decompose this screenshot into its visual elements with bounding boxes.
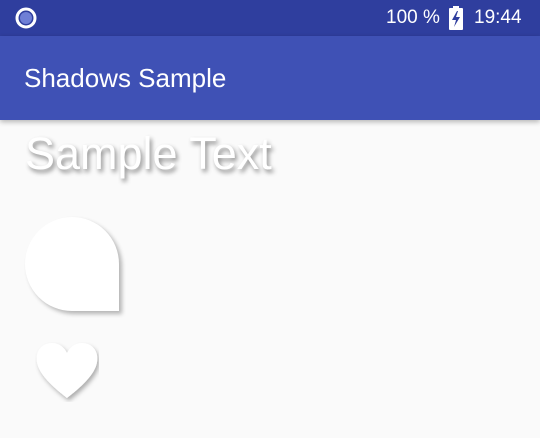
heart-shape [36,343,98,398]
circle-notification-icon [15,7,37,29]
status-bar: 100 % 19:44 [0,0,540,36]
clock-time: 19:44 [474,7,522,28]
content-area: Sample Text [0,120,540,438]
app-title: Shadows Sample [24,63,227,93]
battery-charging-icon [449,6,463,30]
battery-percentage: 100 % [386,7,440,28]
teardrop-shape [25,217,119,311]
sample-text: Sample Text [25,128,272,179]
app-bar: Shadows Sample [0,36,540,120]
